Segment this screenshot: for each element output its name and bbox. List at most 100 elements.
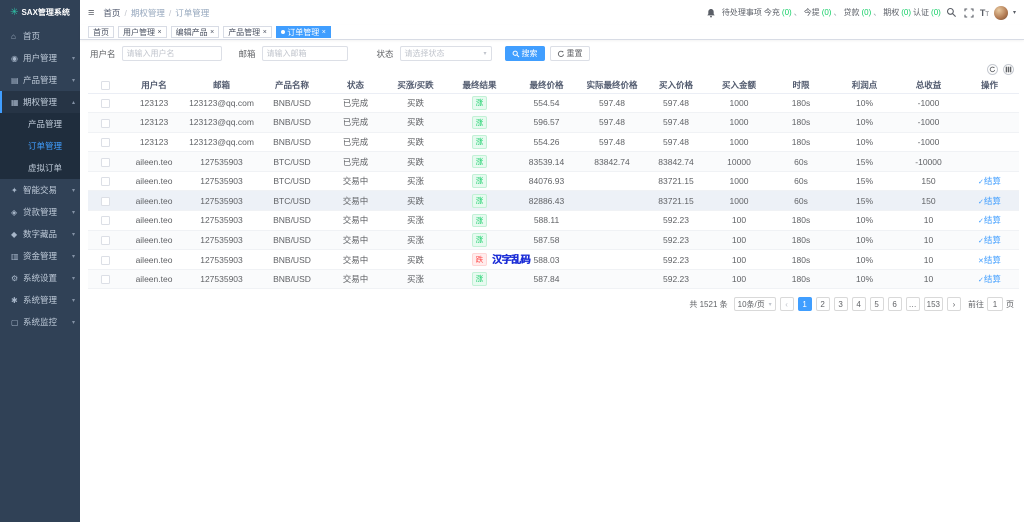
pending-tasks[interactable]: 待处理事项 今充 (0) 、 今提 (0) 、 贷款 (0) 、 期权 (0) …: [722, 7, 941, 18]
row-checkbox[interactable]: [101, 236, 110, 245]
sidebar-item-loans[interactable]: ◈贷款管理▾: [0, 201, 80, 223]
reset-button[interactable]: 重置: [550, 46, 590, 61]
column-settings-button[interactable]: [1003, 64, 1014, 75]
settle-link[interactable]: ✕结算: [978, 255, 1001, 265]
page-button-3[interactable]: 3: [834, 297, 848, 311]
column-header[interactable]: 用户名: [123, 78, 185, 93]
sidebar-item-funds[interactable]: ▥资金管理▾: [0, 245, 80, 267]
row-checkbox[interactable]: [101, 119, 110, 128]
column-header[interactable]: 时限: [770, 78, 832, 93]
username-input[interactable]: [122, 46, 222, 61]
chevron-icon: ▾: [72, 253, 75, 260]
page-button-5[interactable]: 5: [870, 297, 884, 311]
sidebar-item-monitor[interactable]: ▢系统监控▾: [0, 311, 80, 333]
row-checkbox[interactable]: [101, 99, 110, 108]
avatar[interactable]: [994, 6, 1008, 20]
row-checkbox[interactable]: [101, 138, 110, 147]
row-checkbox[interactable]: [101, 158, 110, 167]
chevron-down-icon[interactable]: ▾: [1013, 9, 1016, 16]
column-header[interactable]: 买入价格: [644, 78, 708, 93]
close-icon[interactable]: ×: [263, 29, 267, 36]
row-select-cell: [88, 211, 123, 231]
cell-buy-price: 592.23: [644, 230, 708, 250]
sidebar-item-digital[interactable]: ◆数字藏品▾: [0, 223, 80, 245]
cell-buy-price: 83721.15: [644, 191, 708, 211]
settle-link[interactable]: ✓结算: [978, 196, 1001, 206]
column-header[interactable]: 总收益: [897, 78, 960, 93]
sidebar-item-products[interactable]: ▤产品管理▾: [0, 69, 80, 91]
column-header[interactable]: 最终价格: [513, 78, 580, 93]
more-pages-button[interactable]: …: [906, 297, 920, 311]
sidebar-item-smart-trade[interactable]: ✦智能交易▾: [0, 179, 80, 201]
close-icon[interactable]: ×: [210, 29, 214, 36]
settings-icon: ⚙: [11, 274, 23, 283]
tab-编辑产品[interactable]: 编辑产品×: [171, 26, 220, 38]
settle-link[interactable]: ✓结算: [978, 274, 1001, 284]
row-checkbox[interactable]: [101, 256, 110, 265]
column-header[interactable]: 产品名称: [258, 78, 326, 93]
column-header[interactable]: 最终结果: [446, 78, 513, 93]
close-icon[interactable]: ×: [322, 29, 326, 36]
email-input[interactable]: [262, 46, 348, 61]
row-checkbox[interactable]: [101, 216, 110, 225]
sidebar-item-users[interactable]: ◉用户管理▾: [0, 47, 80, 69]
page-button-1[interactable]: 1: [798, 297, 812, 311]
cell-total-profit: -1000: [897, 132, 960, 152]
tab-用户管理[interactable]: 用户管理×: [118, 26, 167, 38]
settle-link[interactable]: ✓结算: [978, 215, 1001, 225]
column-header[interactable]: 利润点: [832, 78, 897, 93]
cell-direction: 买涨: [385, 269, 446, 289]
fullscreen-icon[interactable]: [963, 7, 975, 19]
result-badge: 涨: [472, 174, 488, 188]
prev-page-button[interactable]: ‹: [780, 297, 794, 311]
submenu-item[interactable]: 虚拟订单: [0, 157, 80, 179]
tab-产品管理[interactable]: 产品管理×: [223, 26, 272, 38]
row-checkbox[interactable]: [101, 275, 110, 284]
sidebar-toggle-icon[interactable]: ≡: [88, 7, 94, 19]
column-header[interactable]: 邮箱: [185, 78, 258, 93]
cell-buy-price: 592.23: [644, 211, 708, 231]
page-size-select[interactable]: 10条/页 ▾: [734, 297, 776, 311]
submenu-item[interactable]: 订单管理: [0, 135, 80, 157]
column-header[interactable]: 操作: [960, 78, 1019, 93]
cell-buy-price: 592.23: [644, 250, 708, 270]
cell-email: 127535903: [185, 230, 258, 250]
search-button-label: 搜索: [522, 48, 538, 59]
tags-view: 首页用户管理× 编辑产品×产品管理× 订单管理×: [80, 25, 1024, 40]
status-select[interactable]: 请选择状态 ▾: [400, 46, 492, 61]
column-header[interactable]: 实际最终价格: [580, 78, 644, 93]
next-page-button[interactable]: ›: [947, 297, 961, 311]
breadcrumb-home[interactable]: 首页: [103, 7, 120, 19]
settle-link[interactable]: ✓结算: [978, 235, 1001, 245]
pagination: 共 1521 条 10条/页 ▾ ‹ 123456…153 › 前往 页: [88, 297, 1014, 311]
search-icon[interactable]: [946, 7, 958, 19]
page-button-4[interactable]: 4: [852, 297, 866, 311]
column-header[interactable]: 买入金额: [708, 78, 770, 93]
page-button-153[interactable]: 153: [924, 297, 943, 311]
product-icon: ▤: [11, 76, 23, 85]
submenu-item[interactable]: 产品管理: [0, 113, 80, 135]
sidebar-item-system[interactable]: ✱系统管理▾: [0, 289, 80, 311]
select-all-checkbox[interactable]: [101, 81, 110, 90]
settle-link[interactable]: ✓结算: [978, 176, 1001, 186]
page-button-2[interactable]: 2: [816, 297, 830, 311]
font-size-icon[interactable]: [980, 8, 989, 18]
row-checkbox[interactable]: [101, 177, 110, 186]
bell-icon[interactable]: [705, 7, 717, 19]
goto-page-input[interactable]: [987, 297, 1003, 311]
app-logo[interactable]: ✳ SAX管理系统: [0, 0, 80, 25]
sidebar-item-settings[interactable]: ⚙系统设置▾: [0, 267, 80, 289]
row-checkbox[interactable]: [101, 197, 110, 206]
sidebar-item-home[interactable]: ⌂首页: [0, 25, 80, 47]
search-button[interactable]: 搜索: [505, 46, 545, 61]
page-button-6[interactable]: 6: [888, 297, 902, 311]
cell-total-profit: 150: [897, 171, 960, 191]
tab-订单管理[interactable]: 订单管理×: [276, 26, 331, 38]
tab-首页[interactable]: 首页: [88, 26, 114, 38]
refresh-button[interactable]: [987, 64, 998, 75]
column-header[interactable]: 状态: [326, 78, 385, 93]
close-icon[interactable]: ×: [158, 29, 162, 36]
sidebar-item-options[interactable]: ▦期权管理▴: [0, 91, 80, 113]
column-header[interactable]: 买涨/买跌: [385, 78, 446, 93]
breadcrumb-options[interactable]: 期权管理: [131, 7, 165, 19]
